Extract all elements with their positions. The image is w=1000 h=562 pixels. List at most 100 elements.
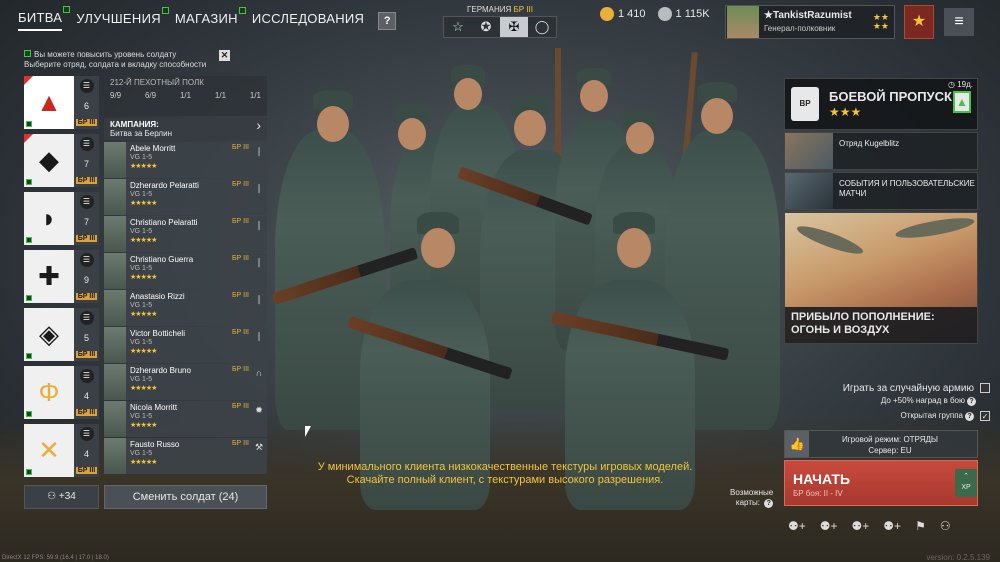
soldier-head	[580, 80, 608, 112]
profile-panel[interactable]: ★TankistRazumist Генерал-полковник ★★ ★★	[725, 5, 895, 39]
reserve-button[interactable]: ⚇ +34	[24, 485, 99, 509]
menu-button[interactable]: ≡	[944, 8, 974, 36]
squad-card[interactable]: ◈ ☰ 5 БР III	[24, 308, 99, 361]
soldier-portrait	[104, 253, 126, 289]
xp-boost-icon[interactable]: ⌃ XP	[955, 469, 977, 497]
nation-tab-germany[interactable]: ✠	[500, 17, 528, 37]
squad-br: БР III	[75, 177, 98, 184]
gold-coin-icon	[600, 7, 614, 21]
help-icon[interactable]: ?	[967, 397, 976, 406]
group-icon[interactable]: ⚇	[940, 519, 951, 533]
rank-stars-icon: ★★ ★★	[872, 12, 889, 31]
soldier-head	[701, 98, 733, 134]
open-group-checkbox[interactable]: ✓	[980, 410, 990, 421]
soldier-row[interactable]: Abele Morritt VG 1-5 ★★★★★ БР III ❘	[104, 142, 267, 178]
add-friend-icon[interactable]: ⚉+	[788, 519, 806, 533]
tab-shop[interactable]: МАГАЗИН	[175, 7, 246, 30]
tab-upgrades[interactable]: УЛУЧШЕНИЯ	[76, 7, 169, 30]
soldier-equipment-icon: ❘	[255, 257, 263, 267]
random-army-option[interactable]: Играть за случайную армию	[843, 383, 990, 394]
soldier-equipment-icon: ✹	[255, 405, 263, 415]
plane-image	[894, 214, 976, 242]
soldier-row[interactable]: Dzherardo Pelaratti VG 1-5 ★★★★★ БР III ❘	[104, 179, 267, 215]
event-card-events[interactable]: СОБЫТИЯ И ПОЛЬЗОВАТЕЛЬСКИЕ МАТЧИ	[784, 172, 978, 210]
add-friend-icon[interactable]: ⚉+	[883, 519, 901, 533]
soldier-weapon: VG 1-5	[130, 302, 153, 309]
squad-class-icon: ☰	[79, 195, 94, 209]
tank-image	[785, 133, 833, 169]
gold-balance[interactable]: 1 410	[600, 7, 646, 21]
plane-image	[794, 221, 866, 259]
game-mode-selector[interactable]: 👍 Игровой режим: ОТРЯДЫ Сервер: EU	[784, 430, 978, 458]
notification-dot	[63, 6, 71, 13]
low-texture-warning: У минимального клиента низкокачественные…	[317, 461, 693, 486]
open-group-option[interactable]: Открытая группа? ✓	[900, 410, 990, 421]
soldier-portrait	[104, 216, 126, 252]
nation-tab-ussr[interactable]: ✪	[472, 17, 500, 37]
tab-research[interactable]: ИССЛЕДОВАНИЯ	[252, 11, 364, 30]
squad-card[interactable]: ◆ ☰ 7 БР III	[24, 134, 99, 187]
change-soldiers-button[interactable]: Сменить солдат (24)	[104, 485, 267, 509]
soldier-row[interactable]: Dzherardo Bruno VG 1-5 ★★★★★ БР III ∩	[104, 364, 267, 400]
regiment-stat: 9/9	[110, 91, 122, 100]
help-icon[interactable]: ?	[764, 499, 774, 508]
thumbs-up-icon[interactable]: 👍	[785, 431, 809, 457]
soldier-row[interactable]: Victor Botticheli VG 1-5 ★★★★★ БР III ❘	[104, 327, 267, 363]
nation-br: БР III	[513, 5, 533, 14]
soldier-br: БР III	[231, 292, 249, 299]
start-battle-button[interactable]: НАЧАТЬ БР боя: II - IV ⌃ XP	[784, 460, 978, 506]
soldier-row[interactable]: Nicola Morritt VG 1-5 ★★★★★ БР III ✹	[104, 401, 267, 437]
soldier-row[interactable]: Christiano Guerra VG 1-5 ★★★★★ БР III ❘	[104, 253, 267, 289]
nation-tab-usa[interactable]: ☆	[444, 17, 472, 37]
help-icon[interactable]: ?	[965, 412, 974, 421]
soldier-stars: ★★★★★	[130, 163, 157, 170]
random-army-checkbox[interactable]	[980, 383, 990, 394]
soldier-br: БР III	[231, 218, 249, 225]
add-friend-icon[interactable]: ⚉+	[852, 519, 870, 533]
new-marker-icon	[24, 134, 33, 143]
nation-tab-japan[interactable]: ◯	[528, 17, 556, 37]
promo-card[interactable]: ПРИБЫЛО ПОПОЛНЕНИЕ: ОГОНЬ И ВОЗДУХ	[784, 212, 978, 344]
upgrade-available-icon	[26, 295, 32, 301]
soldier-equipment-icon: ❘	[255, 146, 263, 156]
squad-card[interactable]: Φ ☰ 4 БР III	[24, 366, 99, 419]
squad-card[interactable]: ✚ ☰ 9 БР III	[24, 250, 99, 303]
battle-pass-card[interactable]: BP БОЕВОЙ ПРОПУСК ★★★ ◷ 19д. ▲	[784, 78, 978, 130]
notice-close-button[interactable]: ✕	[219, 50, 230, 61]
soldier-row[interactable]: Anastasio Rizzi VG 1-5 ★★★★★ БР III ❘	[104, 290, 267, 326]
squad-list: ▲ ☰ 6 БР III ◆ ☰ 7 БР III ◗ ☰ 7 БР III ✚ ☰ 9 БР III ◈ ☰ 5 Б…	[24, 76, 99, 482]
notification-dot	[238, 7, 246, 14]
soldier-br: БР III	[231, 403, 249, 410]
mouse-cursor-icon	[305, 426, 311, 437]
help-button[interactable]: ?	[378, 11, 397, 30]
soldier-list: Abele Morritt VG 1-5 ★★★★★ БР III ❘ Dzherardo…	[104, 142, 267, 475]
soldier-row[interactable]: Christiano Pelaratti VG 1-5 ★★★★★ БР III ❘	[104, 216, 267, 252]
soldier-row[interactable]: Fausto Russo VG 1-5 ★★★★★ БР III ⚒	[104, 438, 267, 474]
campaign-selector[interactable]: КАМПАНИЯ: Битва за Берлин ›	[104, 118, 267, 140]
squad-count: 5	[83, 333, 89, 343]
add-friend-icon[interactable]: ⚉+	[820, 519, 838, 533]
silver-balance[interactable]: 1 115K	[657, 7, 710, 21]
squad-br: БР III	[75, 467, 98, 474]
soldier-equipment-icon: ∩	[255, 368, 263, 378]
profile-rank: Генерал-полковник	[764, 24, 836, 33]
soldier-portrait	[104, 401, 126, 437]
squad-card[interactable]: ◗ ☰ 7 БР III	[24, 192, 99, 245]
upgrade-available-icon	[26, 353, 32, 359]
soldier-br: БР III	[231, 329, 249, 336]
soldier-weapon: VG 1-5	[130, 413, 153, 420]
soldier-stars: ★★★★★	[130, 348, 157, 355]
silver-coin-icon	[657, 7, 672, 21]
reserve-icon: ⚇	[47, 491, 57, 502]
server: Сервер: EU	[868, 446, 912, 455]
rank-badge-icon[interactable]: ★	[904, 5, 934, 39]
squad-br: БР III	[75, 119, 98, 126]
tab-battle[interactable]: БИТВА	[18, 6, 71, 31]
squad-class-icon: ☰	[79, 369, 94, 383]
chevron-right-icon: ›	[256, 117, 261, 133]
squad-card[interactable]: ▲ ☰ 6 БР III	[24, 76, 99, 129]
event-card-kugelblitz[interactable]: Отряд Kugelblitz	[784, 132, 978, 170]
flag-icon[interactable]: ⚑	[915, 519, 926, 533]
squad-card[interactable]: ✕ ☰ 4 БР III	[24, 424, 99, 477]
clock-icon: ◷	[947, 80, 955, 89]
